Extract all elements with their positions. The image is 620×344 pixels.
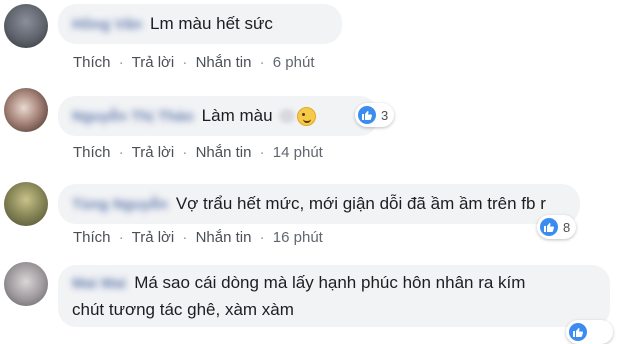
like-icon: [569, 323, 587, 341]
commenter-name[interactable]: Hồng Vân: [72, 16, 142, 33]
comment-text: Làm màu: [201, 106, 273, 125]
timestamp[interactable]: 14 phút: [273, 144, 323, 161]
like-link[interactable]: Thích: [73, 229, 111, 246]
reply-link[interactable]: Trả lời: [132, 54, 175, 71]
like-link[interactable]: Thích: [73, 54, 111, 71]
reaction-badge[interactable]: [566, 320, 613, 344]
comment-bubble: Nguyễn Thị Thảo Làm màu: [58, 96, 378, 136]
separator: ·: [259, 54, 265, 71]
reaction-count: 8: [563, 219, 571, 235]
blurred-emoji-icon: [278, 109, 295, 123]
separator: ·: [182, 144, 188, 161]
comment-text: Vợ trẩu hết mức, mới giận dỗi đã ầm ầm t…: [175, 194, 546, 213]
avatar[interactable]: [4, 4, 48, 48]
timestamp[interactable]: 6 phút: [273, 54, 315, 71]
avatar[interactable]: [4, 88, 48, 132]
message-link[interactable]: Nhắn tin: [196, 54, 252, 71]
commenter-name[interactable]: Mai Mai: [72, 275, 126, 292]
reaction-count: 3: [381, 107, 389, 123]
separator: ·: [182, 54, 188, 71]
separator: ·: [118, 54, 124, 71]
separator: ·: [259, 229, 265, 246]
timestamp[interactable]: 16 phút: [273, 229, 323, 246]
like-icon: [540, 218, 558, 236]
comment-actions: Thích · Trả lời · Nhắn tin · 14 phút: [73, 144, 323, 161]
avatar[interactable]: [4, 182, 48, 226]
comment-bubble: Tùng Nguyễn Vợ trẩu hết mức, mới giận dỗ…: [58, 184, 580, 224]
commenter-name[interactable]: Tùng Nguyễn: [72, 196, 168, 213]
comment-actions: Thích · Trả lời · Nhắn tin · 6 phút: [73, 54, 315, 71]
comment-text: Lm màu hết sức: [150, 14, 273, 33]
comment-text-line-1: Má sao cái dòng mà lấy hạnh phúc hôn nhâ…: [134, 273, 526, 292]
avatar[interactable]: [4, 262, 48, 306]
comment-bubble: Mai Mai Má sao cái dòng mà lấy hạnh phúc…: [58, 265, 610, 327]
comment-text-line-2: chút tương tác ghê, xàm xàm: [72, 300, 294, 319]
separator: ·: [118, 144, 124, 161]
separator: ·: [118, 229, 124, 246]
reply-link[interactable]: Trả lời: [132, 144, 175, 161]
like-icon: [358, 106, 376, 124]
separator: ·: [182, 229, 188, 246]
separator: ·: [259, 144, 265, 161]
commenter-name[interactable]: Nguyễn Thị Thảo: [72, 108, 194, 125]
reply-link[interactable]: Trả lời: [132, 229, 175, 246]
reaction-badge[interactable]: 3: [355, 103, 395, 127]
message-link[interactable]: Nhắn tin: [196, 229, 252, 246]
message-link[interactable]: Nhắn tin: [196, 144, 252, 161]
like-link[interactable]: Thích: [73, 144, 111, 161]
smile-emoji-icon: [296, 106, 316, 126]
reaction-badge[interactable]: 8: [537, 215, 577, 239]
comment-bubble: Hồng Vân Lm màu hết sức: [58, 4, 342, 44]
comment-actions: Thích · Trả lời · Nhắn tin · 16 phút: [73, 229, 323, 246]
